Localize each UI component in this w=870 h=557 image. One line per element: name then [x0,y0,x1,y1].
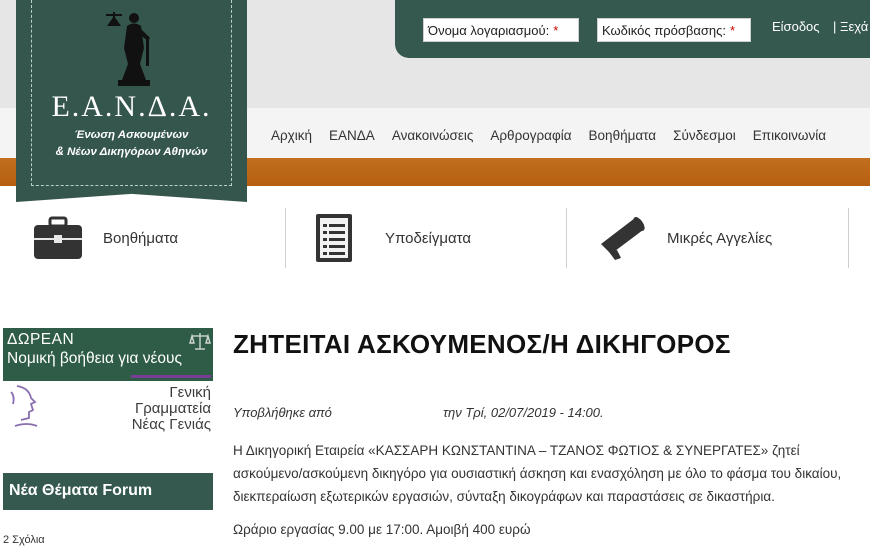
justice-statue-icon [106,12,150,86]
megaphone-icon [601,217,645,260]
forum-heading: Νέα Θέματα Forum [3,473,213,510]
promo-org: Γενική [169,384,211,401]
password-input[interactable]: Κωδικός πρόσβασης: * [597,18,751,42]
nav-item-articles[interactable]: Αρθρογραφία [490,128,571,143]
promo-org: Νέας Γενιάς [131,416,211,433]
promo-subtitle: Νομική βοήθεια για νέους [7,350,182,367]
feature-classifieds[interactable]: Μικρές Αγγελίες [597,208,772,268]
username-placeholder: Όνομα λογαριασμού: [428,23,550,38]
login-bar: Όνομα λογαριασμού: * Κωδικός πρόσβασης: * … [395,0,870,58]
feature-templates[interactable]: Υποδείγματα [315,208,471,268]
password-placeholder: Κωδικός πρόσβασης: [602,23,726,38]
feature-label: Υποδείγματα [385,229,472,247]
logo-subtitle: & Νέων Δικηγόρων Αθηνών [55,146,208,158]
article-meta: Υποβλήθηκε από την Τρί, 02/07/2019 - 14:… [233,405,604,421]
main-nav: Αρχική ΕΑΝΔΑ Ανακοινώσεις Αρθρογραφία Βο… [271,128,843,143]
site-logo[interactable]: Ε.Α.Ν.Δ.Α. Ένωση Ασκουμένων & Νέων Δικηγ… [16,0,247,202]
nav-item-links[interactable]: Σύνδεσμοι [673,128,736,143]
login-link[interactable]: Είσοδος [772,19,820,34]
feature-label: Μικρές Αγγελίες [667,229,773,247]
feature-divider [566,208,567,268]
required-mark: * [553,23,559,38]
promo-org: Γραμματεία [134,400,211,417]
scales-icon [189,333,211,350]
feature-aids[interactable]: Βοηθήματα [33,208,178,268]
nav-item-eanda[interactable]: ΕΑΝΔΑ [329,128,375,143]
article-hours: Ωράριο εργασίας 9.00 με 17:00. Αμοιβή 40… [233,522,531,537]
comments-count[interactable]: 2 Σχόλια [3,534,45,546]
profile-face-icon [10,385,38,427]
nav-item-announcements[interactable]: Ανακοινώσεις [392,128,474,143]
logo-subtitle: Ένωση Ασκουμένων [74,129,189,141]
username-input[interactable]: Όνομα λογαριασμού: * [423,18,579,42]
promo-title: ΔΩΡΕΑΝ [7,331,75,348]
article-title: ΖΗΤΕΙΤΑΙ ΑΣΚΟΥΜΕΝΟΣ/Η ΔΙΚΗΓΟΡΟΣ [233,329,731,359]
article-body: Η Δικηγορική Εταιρεία «ΚΑΣΣΑΡΗ ΚΩΝΣΤΑΝΤΙ… [233,443,842,504]
briefcase-icon [34,216,82,259]
feature-label: Βοηθήματα [103,229,179,247]
submitted-date: την Τρί, 02/07/2019 - 14:00. [443,405,604,420]
feature-divider [285,208,286,268]
logo-acronym: Ε.Α.Ν.Δ.Α. [51,90,212,123]
legal-aid-promo[interactable]: ΔΩΡΕΑΝ Νομική βοήθεια για νέους Γενική Γ… [3,328,213,433]
nav-item-contact[interactable]: Επικοινωνία [753,128,826,143]
document-icon [316,214,352,262]
nav-item-aids[interactable]: Βοηθήματα [589,128,657,143]
promo-rule [131,375,211,378]
feature-divider [848,208,849,268]
nav-item-home[interactable]: Αρχική [271,128,312,143]
forgot-password-link[interactable]: | Ξεχά [833,19,868,34]
submitted-prefix: Υποβλήθηκε από [233,405,332,420]
required-mark: * [729,23,736,38]
redacted-author [335,406,440,421]
